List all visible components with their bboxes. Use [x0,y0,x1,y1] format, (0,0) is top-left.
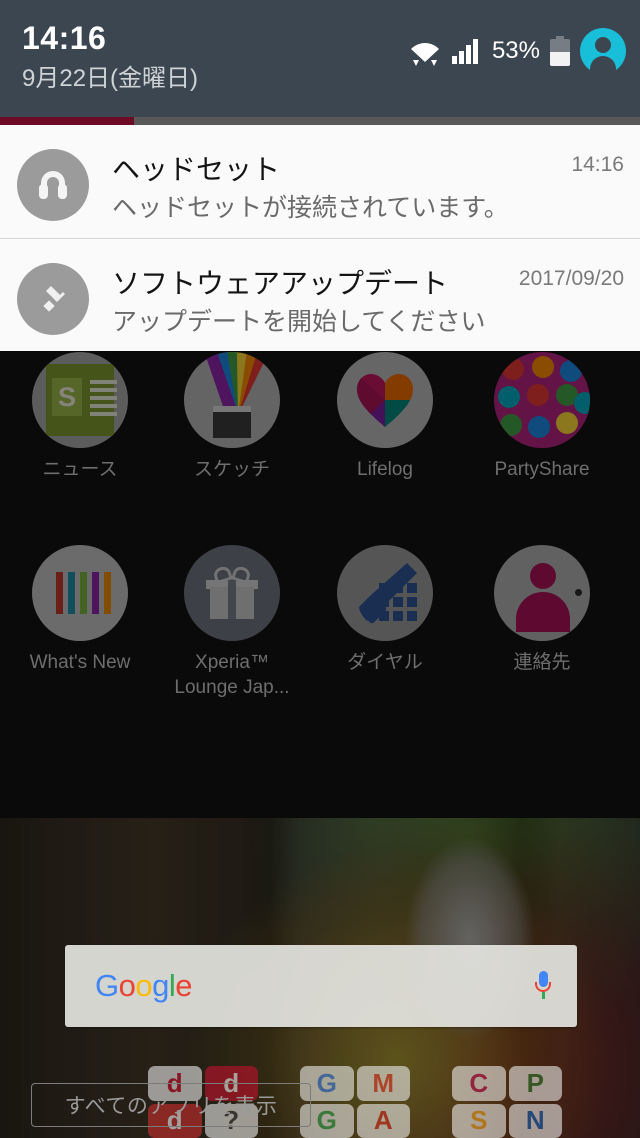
software-update-icon [17,263,89,335]
notification-title: ヘッドセット [112,154,281,185]
brightness-progress-fill [0,117,135,125]
app-label: スケッチ [193,459,270,480]
notification-item-software-update[interactable]: ソフトウェアアップデート アップデートを開始してください 2017/09/20 [0,238,640,351]
brightness-progress-track[interactable] [0,117,640,125]
lifelog-app-icon [337,352,433,448]
app-label: Lifelog [357,459,413,480]
notification-text: アップデートを開始してください [112,308,486,336]
app-item-lifelog[interactable]: Lifelog [305,352,465,482]
status-clock: 14:16 [22,20,107,56]
notification-title: ソフトウェアアップデート [112,268,449,299]
app-label: PartyShare [494,459,590,480]
app-item-news[interactable]: S ニュース [0,352,160,482]
xperia-lounge-app-icon [184,545,280,641]
app-item-dialer[interactable]: ダイヤル [305,545,465,675]
microphone-icon[interactable] [535,971,551,1001]
battery-percent-label: 53% [491,37,540,64]
cellular-signal-icon [451,38,482,64]
battery-icon [550,36,570,66]
user-avatar-icon[interactable] [580,28,626,74]
notification-item-headset[interactable]: ヘッドセット ヘッドセットが接続されています。 14:16 [0,125,640,238]
app-label: Xperia™ [195,652,269,673]
partyshare-app-icon [494,352,590,448]
app-item-contacts[interactable]: 連絡先 [462,545,622,675]
app-label: ダイヤル [347,652,423,673]
app-item-xperia-lounge[interactable]: Xperia™ Lounge Jap... [152,545,312,700]
shade-header: 14:16 9月22日(金曜日) 53% [0,0,640,117]
keypad [379,583,417,621]
app-label: What's New [29,652,131,673]
app-item-sketch[interactable]: スケッチ [152,352,312,482]
app-label: 連絡先 [513,652,571,673]
notification-time: 2017/09/20 [518,267,624,290]
status-date: 9月22日(金曜日) [22,65,199,92]
notification-time: 14:16 [571,153,624,176]
android-screen: Google d d d ? G M G A C P S N S ニュース スケ… [0,0,640,1138]
wifi-icon [408,36,442,66]
whats-new-app-icon [32,545,128,641]
app-item-whats-new[interactable]: What's New [0,545,160,675]
show-all-apps-button[interactable]: すべてのアプリを表示 [31,1083,311,1127]
headset-icon [17,149,89,221]
app-label-line2: Lounge Jap... [174,677,290,698]
app-drawer: S ニュース スケッチ Lifelog PartyShare What's Ne… [0,352,640,1127]
sketch-app-icon [184,352,280,448]
app-label: ニュース [42,459,118,480]
google-search-widget[interactable]: Google [65,945,577,1027]
google-logo: Google [95,968,193,1003]
news-app-icon: S [32,352,128,448]
notification-list: ヘッドセット ヘッドセットが接続されています。 14:16 ソフトウェアアップデ… [0,125,640,351]
notification-text: ヘッドセットが接続されています。 [112,194,509,222]
dialer-app-icon [337,545,433,641]
status-icons: 53% [408,28,626,74]
app-item-partyshare[interactable]: PartyShare [462,352,622,482]
contacts-app-icon [494,545,590,641]
